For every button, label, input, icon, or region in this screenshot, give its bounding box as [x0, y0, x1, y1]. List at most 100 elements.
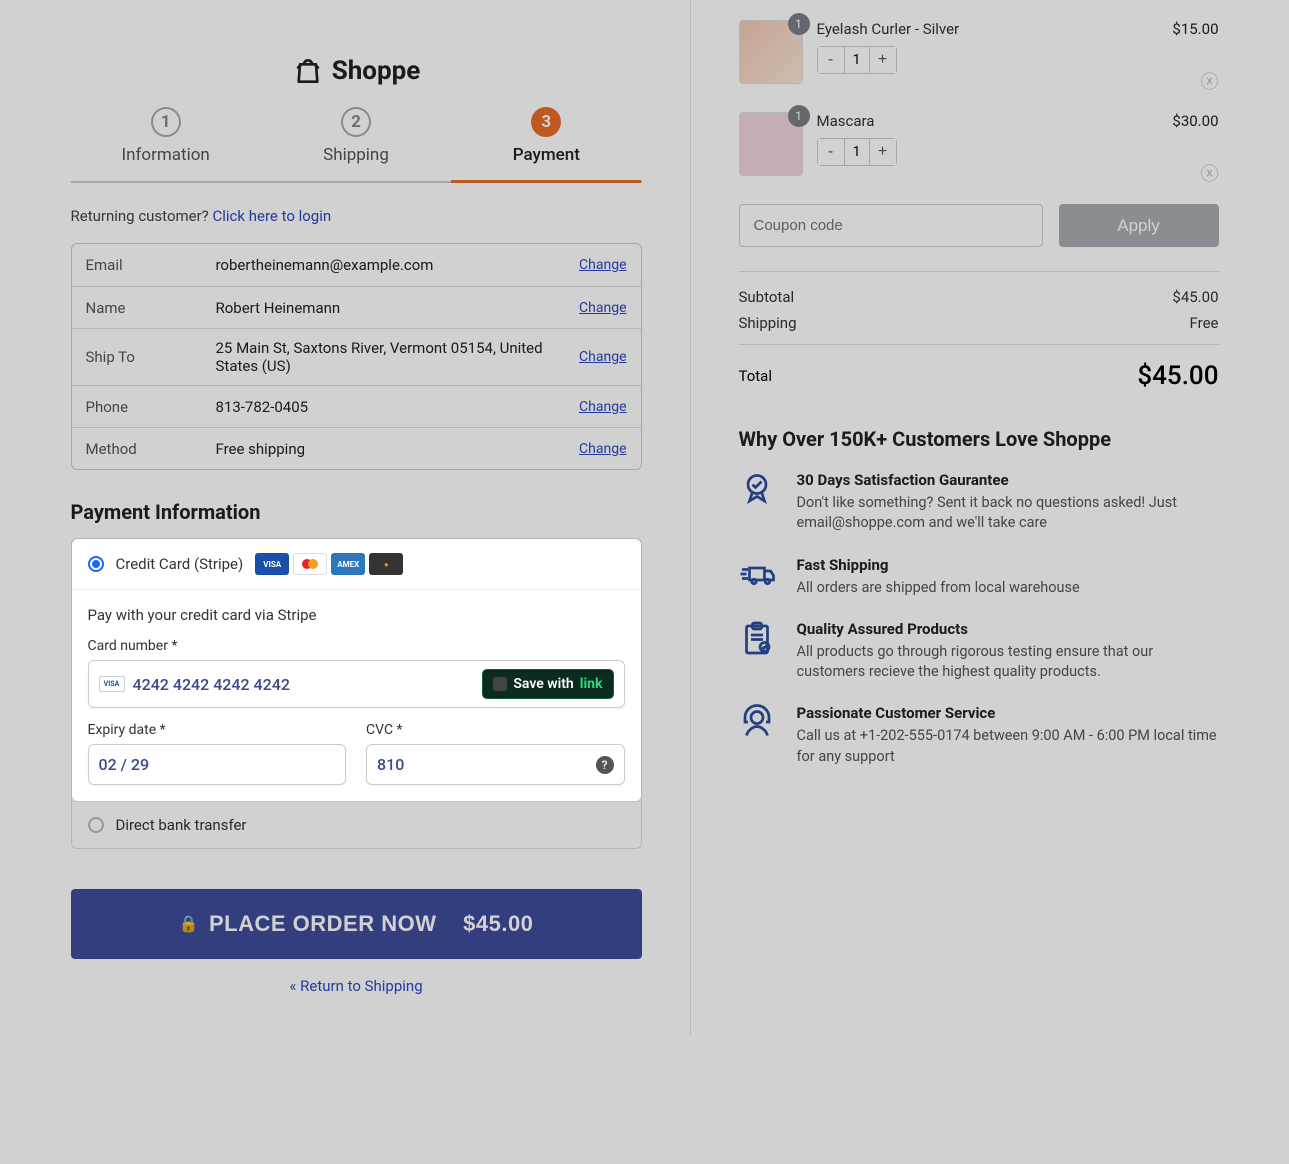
info-value: 25 Main St, Saxtons River, Vermont 05154…	[216, 339, 580, 375]
qty-increase-button[interactable]: +	[870, 47, 896, 73]
info-label: Email	[86, 256, 216, 274]
mastercard-icon	[293, 553, 327, 575]
why-heading: Why Over 150K+ Customers Love Shoppe	[739, 427, 1219, 451]
step-number: 2	[341, 107, 371, 137]
step-payment[interactable]: 3 Payment	[451, 107, 641, 181]
bank-transfer-label: Direct bank transfer	[116, 816, 247, 834]
headset-icon	[739, 704, 779, 767]
cart-item: 1 Mascara - 1 + $30.00 ⓧ	[739, 112, 1219, 186]
shipping-label: Shipping	[739, 314, 797, 332]
info-row-shipto: Ship To 25 Main St, Saxtons River, Vermo…	[72, 328, 641, 385]
feature-body: All orders are shipped from local wareho…	[797, 578, 1080, 598]
change-name-link[interactable]: Change	[579, 300, 626, 316]
feature-body: Don't like something? Sent it back no qu…	[797, 493, 1219, 534]
feature-shipping: Fast Shipping All orders are shipped from…	[739, 556, 1219, 598]
remove-item-button[interactable]: ⓧ	[1172, 160, 1218, 186]
card-number-label: Card number *	[88, 638, 625, 654]
card-number-input[interactable]: VISA 4242 4242 4242 4242 Save with link	[88, 660, 625, 708]
step-number: 1	[151, 107, 181, 137]
total-label: Total	[739, 367, 773, 385]
feature-title: Passionate Customer Service	[797, 704, 1219, 722]
link-checkbox[interactable]	[493, 677, 507, 691]
qty-decrease-button[interactable]: -	[818, 47, 844, 73]
change-phone-link[interactable]: Change	[579, 399, 626, 415]
qty-decrease-button[interactable]: -	[818, 139, 844, 165]
shipping-value: Free	[1190, 314, 1219, 332]
feature-title: Fast Shipping	[797, 556, 1080, 574]
payment-method-bank-transfer[interactable]: Direct bank transfer	[72, 801, 641, 848]
step-information[interactable]: 1 Information	[71, 107, 261, 181]
product-title: Mascara	[817, 112, 1159, 130]
info-value: Free shipping	[216, 440, 580, 458]
change-method-link[interactable]: Change	[579, 441, 626, 457]
return-shipping-link[interactable]: « Return to Shipping	[289, 977, 422, 995]
payment-method-stripe: Credit Card (Stripe) VISA AMEX ● Pay wit…	[72, 539, 641, 801]
change-shipto-link[interactable]: Change	[579, 349, 626, 365]
clipboard-check-icon	[739, 620, 779, 683]
place-order-text: PLACE ORDER NOW	[209, 911, 437, 937]
returning-text: Returning customer?	[71, 207, 213, 225]
bank-transfer-radio[interactable]	[88, 817, 104, 833]
place-order-button[interactable]: 🔒 PLACE ORDER NOW $45.00	[71, 889, 642, 959]
subtotal-label: Subtotal	[739, 288, 795, 306]
stripe-header[interactable]: Credit Card (Stripe) VISA AMEX ●	[72, 539, 641, 590]
feature-body: Call us at +1-202-555-0174 between 9:00 …	[797, 726, 1219, 767]
truck-icon	[739, 556, 779, 598]
expiry-input[interactable]: 02 / 29	[88, 744, 347, 785]
quantity-stepper: - 1 +	[817, 138, 897, 166]
product-title: Eyelash Curler - Silver	[817, 20, 1159, 38]
brand-name: Shoppe	[332, 56, 421, 86]
subtotal-row: Subtotal $45.00	[739, 288, 1219, 306]
bag-icon	[292, 55, 324, 87]
stripe-radio[interactable]	[88, 556, 104, 572]
badge-icon	[739, 471, 779, 534]
qty-badge: 1	[788, 13, 810, 35]
step-shipping[interactable]: 2 Shipping	[261, 107, 451, 181]
feature-guarantee: 30 Days Satisfaction GauranteeDon't like…	[739, 471, 1219, 534]
info-value: 813-782-0405	[216, 398, 580, 416]
cart-item: 1 Eyelash Curler - Silver - 1 + $15.00 ⓧ	[739, 20, 1219, 94]
cvc-value: 810	[377, 755, 404, 774]
place-order-amount: $45.00	[463, 911, 533, 937]
remove-item-button[interactable]: ⓧ	[1172, 68, 1218, 94]
qty-value: 1	[844, 47, 870, 73]
stripe-label: Credit Card (Stripe)	[116, 555, 244, 573]
info-value: robertheinemann@example.com	[216, 256, 580, 274]
change-email-link[interactable]: Change	[579, 257, 626, 273]
feature-quality: Quality Assured Products All products go …	[739, 620, 1219, 683]
card-brand-icons: VISA AMEX ●	[255, 553, 403, 575]
info-label: Method	[86, 440, 216, 458]
login-link[interactable]: Click here to login	[213, 207, 332, 225]
product-price: $30.00	[1172, 112, 1218, 130]
info-row-method: Method Free shipping Change	[72, 427, 641, 469]
coupon-input[interactable]	[739, 204, 1043, 247]
amex-icon: AMEX	[331, 553, 365, 575]
customer-info-summary: Email robertheinemann@example.com Change…	[71, 243, 642, 470]
step-label: Payment	[451, 145, 641, 165]
stripe-description: Pay with your credit card via Stripe	[88, 606, 625, 624]
qty-badge: 1	[788, 105, 810, 127]
info-row-name: Name Robert Heinemann Change	[72, 286, 641, 328]
info-row-email: Email robertheinemann@example.com Change	[72, 244, 641, 286]
return-shipping: « Return to Shipping	[71, 977, 642, 995]
qty-increase-button[interactable]: +	[870, 139, 896, 165]
lock-icon: 🔒	[179, 914, 199, 934]
feature-body: All products go through rigorous testing…	[797, 642, 1219, 683]
returning-customer: Returning customer? Click here to login	[71, 207, 642, 225]
expiry-value: 02 / 29	[99, 755, 150, 774]
apply-coupon-button[interactable]: Apply	[1059, 204, 1219, 247]
coupon-row: Apply	[739, 204, 1219, 247]
cvc-help-icon[interactable]: ?	[596, 756, 614, 774]
visa-icon: VISA	[99, 676, 125, 692]
link-brand: link	[580, 676, 603, 692]
subtotal-value: $45.00	[1172, 288, 1218, 306]
order-totals: Subtotal $45.00 Shipping Free Total $45.…	[739, 271, 1219, 391]
info-value: Robert Heinemann	[216, 299, 580, 317]
total-row: Total $45.00	[739, 344, 1219, 391]
step-label: Information	[71, 145, 261, 165]
feature-title: Quality Assured Products	[797, 620, 1219, 638]
save-with-link-button[interactable]: Save with link	[482, 669, 613, 699]
info-label: Phone	[86, 398, 216, 416]
cvc-input[interactable]: 810 ?	[366, 744, 625, 785]
checkout-steps: 1 Information 2 Shipping 3 Payment	[71, 107, 642, 183]
